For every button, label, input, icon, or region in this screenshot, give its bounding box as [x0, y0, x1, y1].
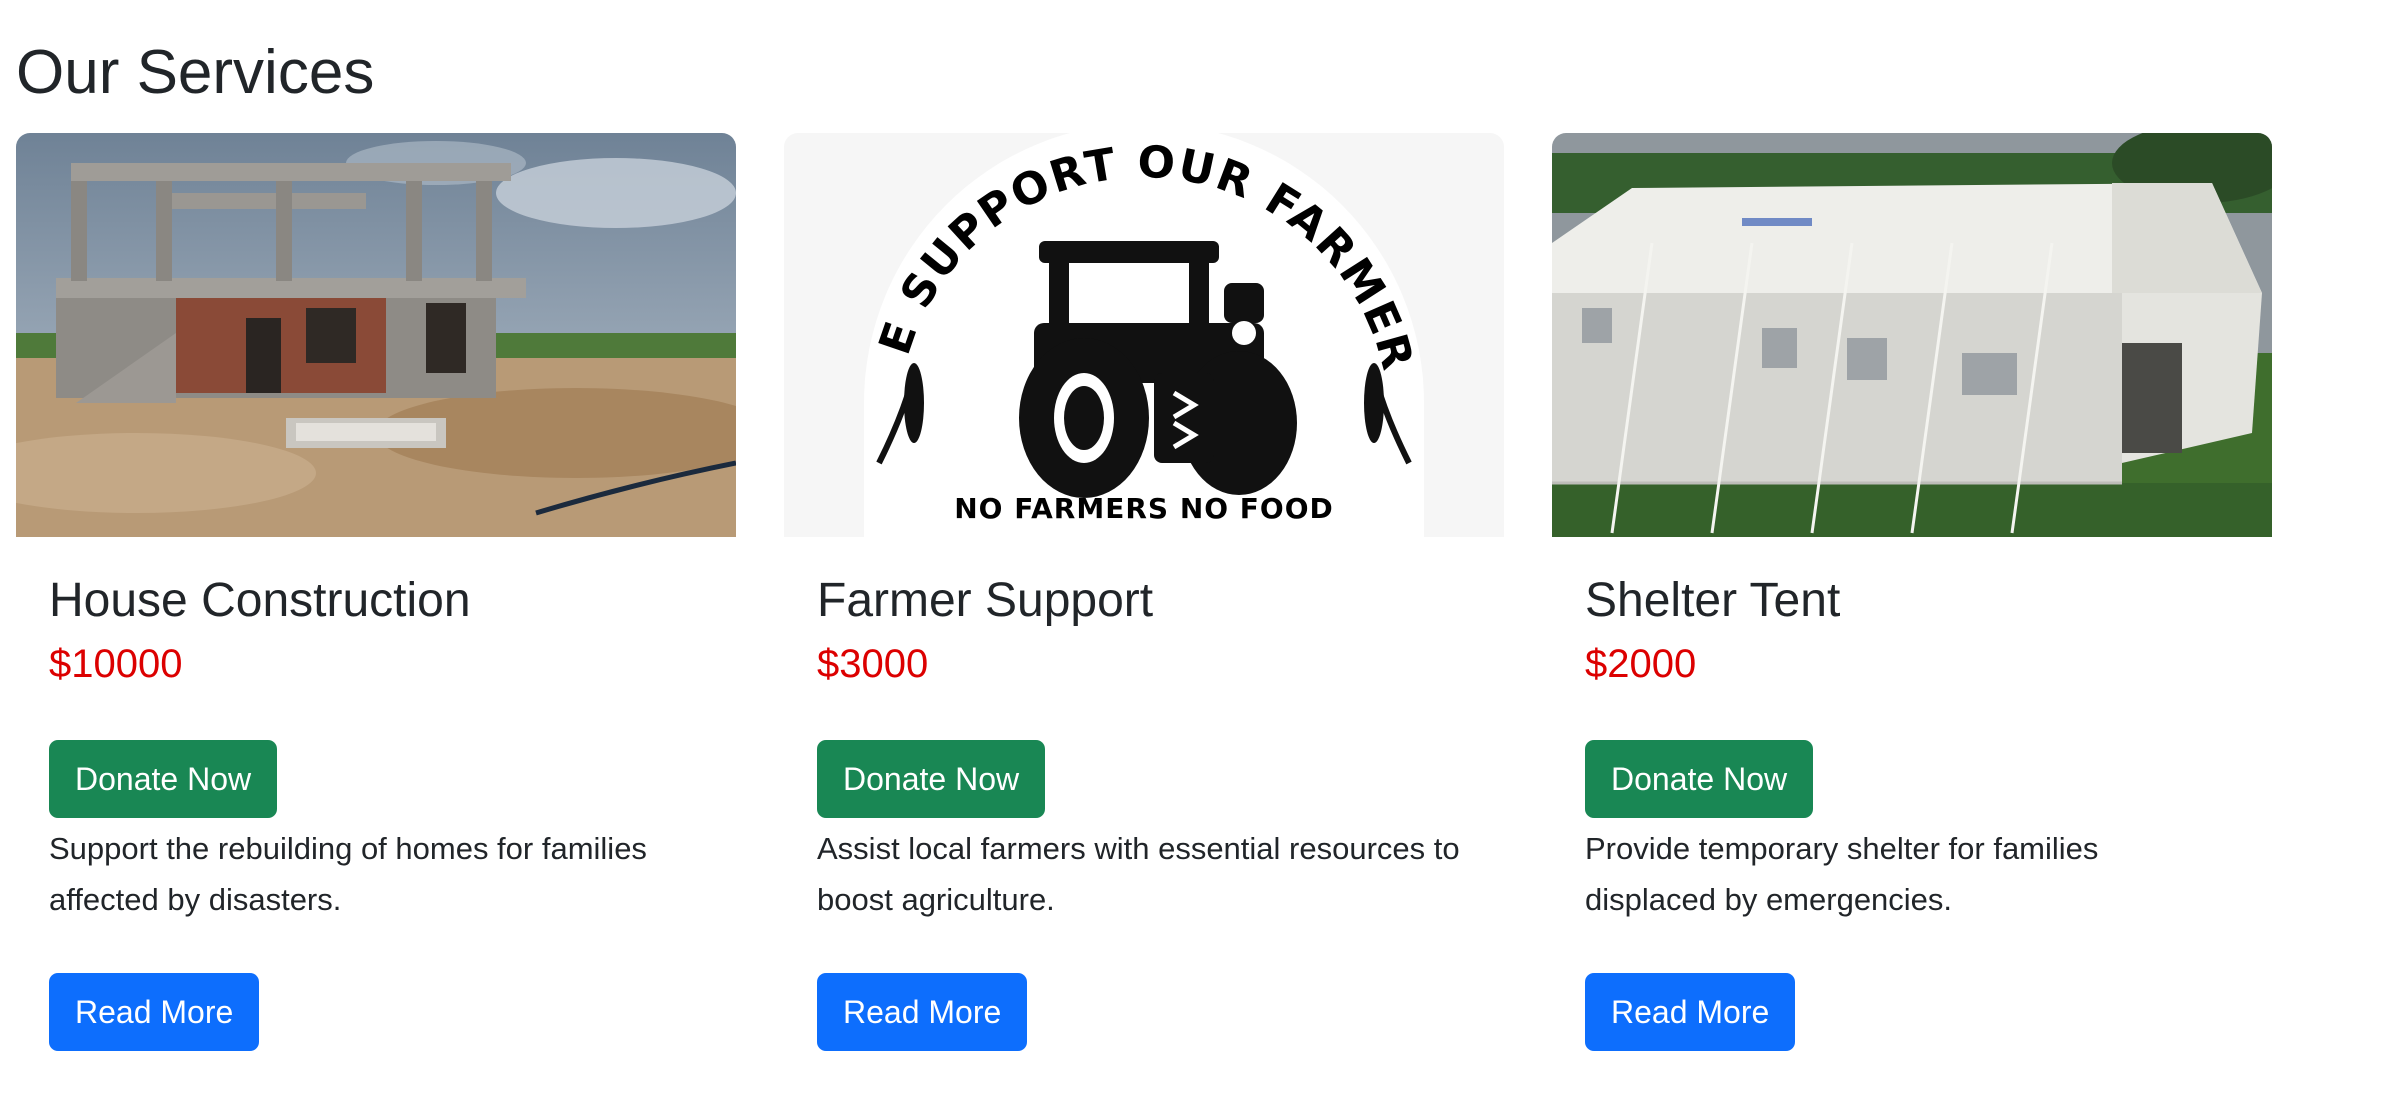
service-card-house-construction: House Construction $10000 Donate Now Sup… [16, 133, 736, 1073]
svg-text:NO FARMERS NO FOOD: NO FARMERS NO FOOD [954, 492, 1334, 525]
farmer-support-logo-image: WE SUPPORT OUR FARMERS [784, 133, 1504, 537]
service-title: House Construction [49, 574, 471, 627]
read-more-button[interactable]: Read More [1585, 973, 1796, 1051]
service-price: $10000 [49, 642, 183, 686]
service-card-shelter-tent: Shelter Tent $2000 Donate Now Provide te… [1552, 133, 2272, 1073]
donate-now-button[interactable]: Donate Now [49, 740, 278, 818]
shelter-tent-image [1552, 133, 2272, 537]
service-card-farmer-support: WE SUPPORT OUR FARMERS [784, 133, 1504, 1073]
service-description: Provide temporary shelter for families d… [1585, 831, 2099, 917]
service-price: $3000 [817, 642, 929, 686]
service-price: $2000 [1585, 642, 1697, 686]
donate-now-button[interactable]: Donate Now [817, 740, 1046, 818]
read-more-button[interactable]: Read More [817, 973, 1028, 1051]
service-description: Assist local farmers with essential reso… [817, 831, 1460, 917]
page-title: Our Services [16, 38, 375, 107]
service-title: Farmer Support [817, 574, 1154, 627]
services-grid: House Construction $10000 Donate Now Sup… [16, 133, 2272, 1073]
donate-now-button[interactable]: Donate Now [1585, 740, 1814, 818]
service-title: Shelter Tent [1585, 574, 1841, 627]
house-construction-image [16, 133, 736, 537]
services-page: Our Services House Construction $10000 D… [0, 0, 2381, 1093]
service-description: Support the rebuilding of homes for fami… [49, 831, 647, 917]
read-more-button[interactable]: Read More [49, 973, 260, 1051]
